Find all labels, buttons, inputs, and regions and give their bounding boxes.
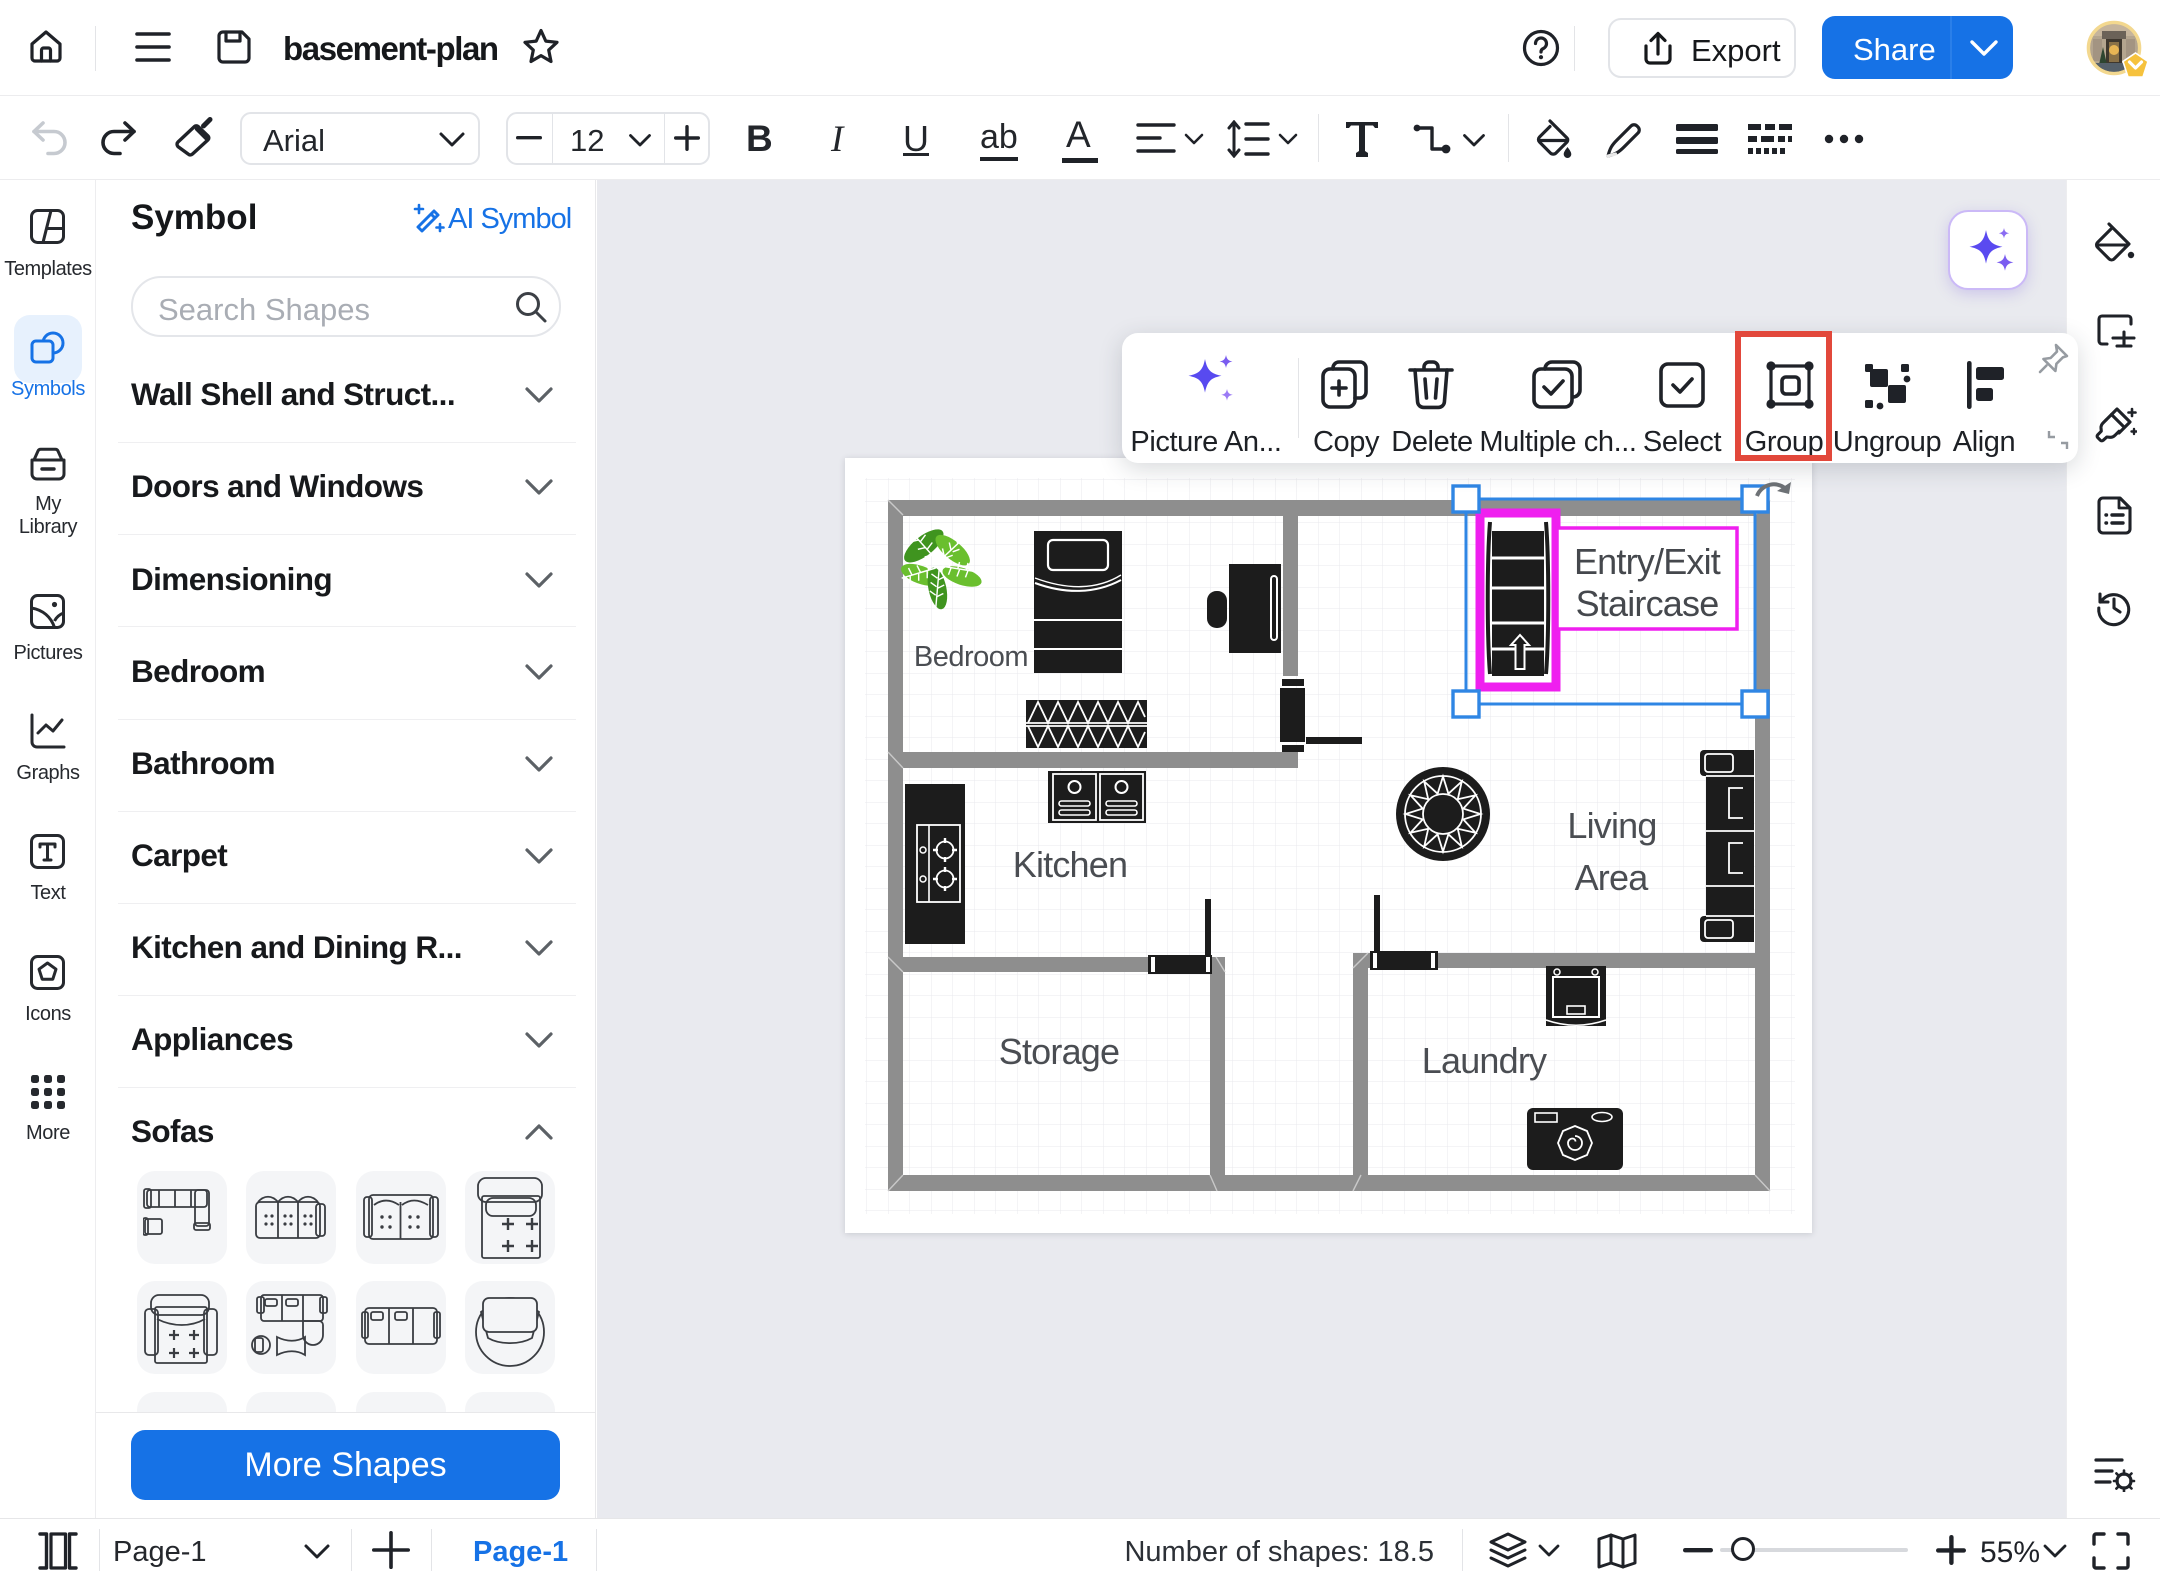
svg-text:Kitchen: Kitchen: [1013, 844, 1127, 885]
svg-text:Staircase: Staircase: [1576, 583, 1719, 624]
svg-text:Area: Area: [1575, 857, 1650, 898]
svg-text:Laundry: Laundry: [1422, 1040, 1547, 1081]
svg-text:Bedroom: Bedroom: [914, 641, 1028, 673]
svg-text:Entry/Exit: Entry/Exit: [1574, 541, 1721, 582]
svg-text:Living: Living: [1567, 805, 1656, 846]
svg-text:Storage: Storage: [999, 1031, 1120, 1072]
